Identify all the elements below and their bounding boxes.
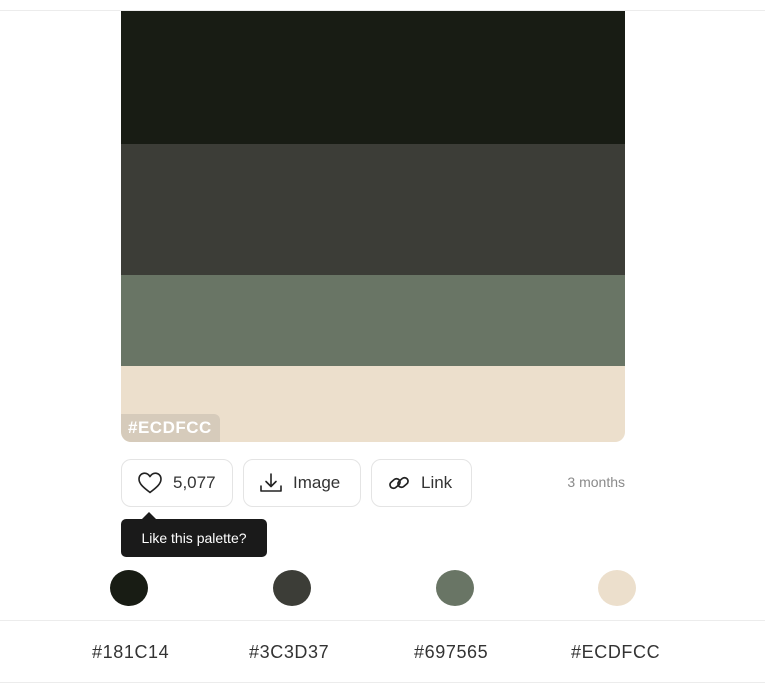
color-swatch[interactable] [121,144,625,275]
heart-icon [137,471,163,495]
hex-code[interactable]: #3C3D37 [249,642,329,663]
copy-link-button[interactable]: Link [371,459,472,507]
color-swatch[interactable]: #ECDFCC [121,366,625,442]
hovered-hex-label[interactable]: #ECDFCC [121,414,220,442]
hex-code[interactable]: #697565 [414,642,488,663]
link-icon [387,471,411,495]
like-button[interactable]: 5,077 [121,459,233,507]
like-count: 5,077 [173,473,216,492]
image-button-label: Image [293,473,341,492]
color-swatch[interactable] [121,275,625,366]
hex-codes-row: #181C14 #3C3D37 #697565 #ECDFCC [0,620,765,683]
color-dot[interactable] [436,570,474,606]
download-image-button[interactable]: Image [243,459,361,507]
download-icon [259,472,283,494]
link-button-label: Link [421,473,453,492]
color-swatch[interactable] [121,11,625,144]
color-dot[interactable] [110,570,148,606]
color-dot[interactable] [598,570,636,606]
palette-preview: #ECDFCC [121,11,625,442]
color-dot[interactable] [273,570,311,606]
like-tooltip: Like this palette? [121,512,267,557]
tooltip-text: Like this palette? [141,530,247,546]
palette-actions: 5,077 Image Link 3 months [121,459,625,507]
palette-age: 3 months [567,474,625,490]
hex-code[interactable]: #ECDFCC [571,642,660,663]
hex-code[interactable]: #181C14 [92,642,169,663]
